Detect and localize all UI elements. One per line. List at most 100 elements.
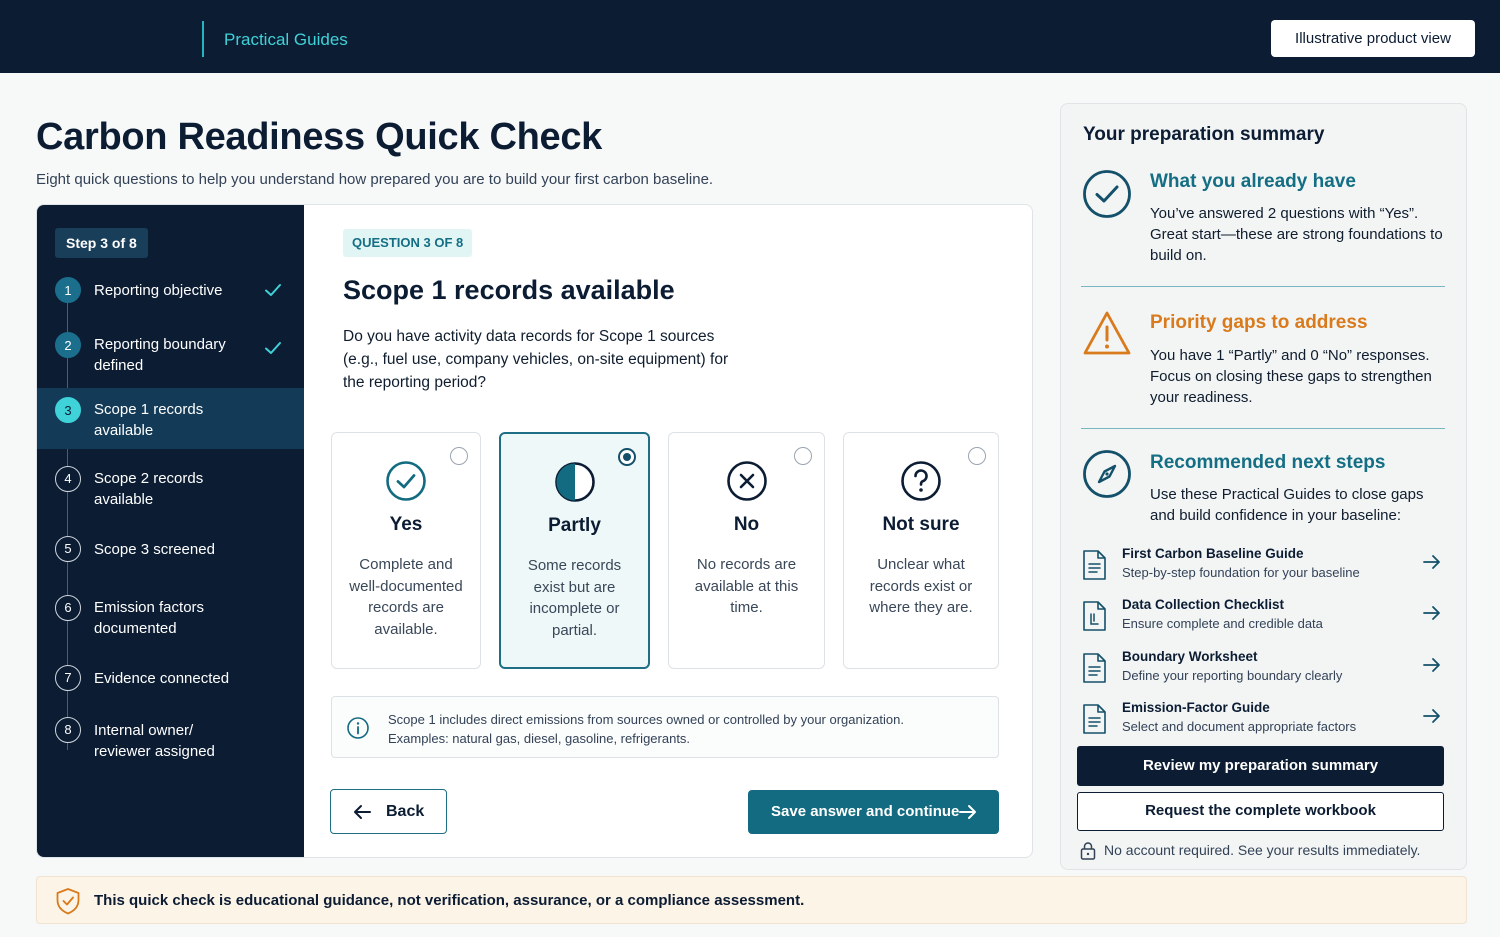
- back-button-label: Back: [386, 803, 425, 820]
- stepper-item-7[interactable]: 7 Evidence connected: [37, 665, 304, 695]
- brand-link[interactable]: Practical Guides: [224, 30, 348, 50]
- document-icon: [1083, 653, 1106, 683]
- step-label: Reporting objective: [94, 282, 223, 299]
- option-description: Unclear what records exist or where they…: [869, 556, 973, 616]
- arrow-right-icon: [1423, 555, 1440, 569]
- guide-link-emission-factor[interactable]: Emission-Factor Guide Select and documen…: [1081, 700, 1447, 742]
- stepper-item-3[interactable]: 3 Scope 1 records available: [37, 388, 304, 449]
- option-radio[interactable]: [794, 447, 812, 465]
- section-divider: [1081, 286, 1445, 287]
- next-steps-text: Use these Practical Guides to close gaps…: [1150, 486, 1424, 524]
- arrow-right-icon: [1423, 709, 1440, 723]
- check-icon: [265, 284, 281, 296]
- review-summary-button[interactable]: Review my preparation summary: [1077, 746, 1444, 786]
- option-not-sure[interactable]: Not sure Unclear what records exist or w…: [843, 432, 999, 669]
- stepper-item-6[interactable]: 6 Emission factors documented: [37, 594, 304, 640]
- next-steps-title: Recommended next steps: [1150, 452, 1386, 473]
- step-label: Reporting boundary defined: [94, 336, 226, 374]
- info-icon: [347, 717, 369, 739]
- guide-link-baseline[interactable]: First Carbon Baseline Guide Step-by-step…: [1081, 546, 1447, 588]
- document-icon: [1083, 601, 1106, 631]
- step-label: Scope 2 records available: [94, 470, 204, 508]
- stepper-item-5[interactable]: 5 Scope 3 screened: [37, 536, 304, 566]
- page-subtitle: Eight quick questions to help you unders…: [36, 171, 714, 188]
- gaps-text: You have 1 “Partly” and 0 “No” responses…: [1150, 347, 1432, 406]
- save-continue-button[interactable]: Save answer and continue: [748, 790, 999, 834]
- warning-icon: [1083, 311, 1131, 355]
- step-number: 3: [55, 397, 81, 423]
- guide-subtitle: Ensure complete and credible data: [1122, 616, 1323, 631]
- compass-icon: [1083, 450, 1131, 498]
- document-icon: [1083, 550, 1106, 580]
- request-workbook-button[interactable]: Request the complete workbook: [1077, 792, 1444, 831]
- step-number: 8: [55, 717, 81, 743]
- step-label: Evidence connected: [94, 670, 230, 687]
- x-circle-icon: [726, 461, 767, 501]
- step-label: Scope 3 screened: [94, 541, 215, 558]
- stepper-item-8[interactable]: 8 Internal owner/ reviewer assigned: [37, 717, 304, 763]
- option-no[interactable]: No No records are available at this time…: [668, 432, 825, 669]
- guide-link-boundary[interactable]: Boundary Worksheet Define your reporting…: [1081, 649, 1447, 691]
- option-description: Some records exist but are incomplete or…: [527, 557, 622, 639]
- step-number: 6: [55, 595, 81, 621]
- option-yes[interactable]: Yes Complete and well-documented records…: [331, 432, 481, 669]
- half-circle-icon: [554, 462, 595, 502]
- section-divider: [1081, 428, 1445, 429]
- summary-title: Your preparation summary: [1083, 124, 1325, 145]
- stepper-item-4[interactable]: 4 Scope 2 records available: [37, 465, 304, 511]
- back-button[interactable]: Back: [330, 789, 447, 834]
- guide-title: Boundary Worksheet: [1122, 649, 1258, 664]
- step-label: Emission factors documented: [94, 599, 205, 637]
- question-text: Do you have activity data records for Sc…: [343, 328, 729, 391]
- have-title: What you already have: [1150, 171, 1356, 192]
- stepper: Step 3 of 8 1 Reporting objective 2 Repo…: [37, 205, 304, 857]
- check-icon: [265, 342, 281, 354]
- option-radio[interactable]: [450, 447, 468, 465]
- option-radio[interactable]: [968, 447, 986, 465]
- question-counter: QUESTION 3 OF 8: [343, 229, 473, 257]
- option-title: Not sure: [882, 514, 960, 535]
- guide-link-checklist[interactable]: Data Collection Checklist Ensure complet…: [1081, 597, 1447, 639]
- option-title: Yes: [389, 514, 423, 535]
- document-icon: [1083, 704, 1106, 734]
- illustrative-view-button[interactable]: Illustrative product view: [1271, 20, 1475, 57]
- option-title: Partly: [548, 515, 601, 536]
- info-text: Scope 1 includes direct emissions from s…: [388, 712, 904, 746]
- question-title: Scope 1 records available: [343, 275, 675, 305]
- arrow-right-icon: [1423, 606, 1440, 620]
- check-circle-icon: [386, 461, 426, 501]
- step-number: 4: [55, 466, 81, 492]
- guide-subtitle: Step-by-step foundation for your baselin…: [1122, 565, 1360, 580]
- top-bar: Practical Guides Illustrative product vi…: [0, 0, 1500, 73]
- guide-subtitle: Select and document appropriate factors: [1122, 719, 1357, 734]
- step-number: 1: [55, 277, 81, 303]
- step-progress-badge: Step 3 of 8: [55, 228, 148, 258]
- guide-title: First Carbon Baseline Guide: [1122, 546, 1304, 561]
- gaps-title: Priority gaps to address: [1150, 312, 1368, 333]
- lock-icon: [1080, 842, 1096, 860]
- arrow-right-icon: [959, 805, 976, 819]
- no-account-text: No account required. See your results im…: [1104, 842, 1421, 858]
- stepper-item-1[interactable]: 1 Reporting objective: [37, 275, 304, 305]
- brand-divider: [202, 21, 204, 57]
- step-label: Internal owner/ reviewer assigned: [94, 722, 215, 760]
- stepper-item-2[interactable]: 2 Reporting boundary defined: [37, 331, 304, 377]
- page-title: Carbon Readiness Quick Check: [36, 116, 603, 158]
- option-title: No: [733, 514, 760, 535]
- have-text: You’ve answered 2 questions with “Yes”. …: [1150, 205, 1443, 264]
- check-circle-icon: [1083, 170, 1131, 218]
- no-account-note: No account required. See your results im…: [1080, 841, 1450, 861]
- info-note: Scope 1 includes direct emissions from s…: [331, 696, 999, 758]
- step-label: Scope 1 records available: [94, 401, 204, 439]
- disclaimer-banner: This quick check is educational guidance…: [36, 876, 1467, 924]
- option-partly[interactable]: Partly Some records exist but are incomp…: [499, 432, 650, 669]
- arrow-left-icon: [354, 805, 371, 819]
- step-number: 7: [55, 665, 81, 691]
- guide-subtitle: Define your reporting boundary clearly: [1122, 668, 1343, 683]
- step-number: 5: [55, 536, 81, 562]
- arrow-right-icon: [1423, 658, 1440, 672]
- question-circle-icon: [901, 461, 941, 501]
- preparation-summary-panel: Your preparation summary What you alread…: [1060, 103, 1467, 870]
- guide-title: Data Collection Checklist: [1122, 597, 1285, 612]
- option-radio[interactable]: [618, 448, 636, 466]
